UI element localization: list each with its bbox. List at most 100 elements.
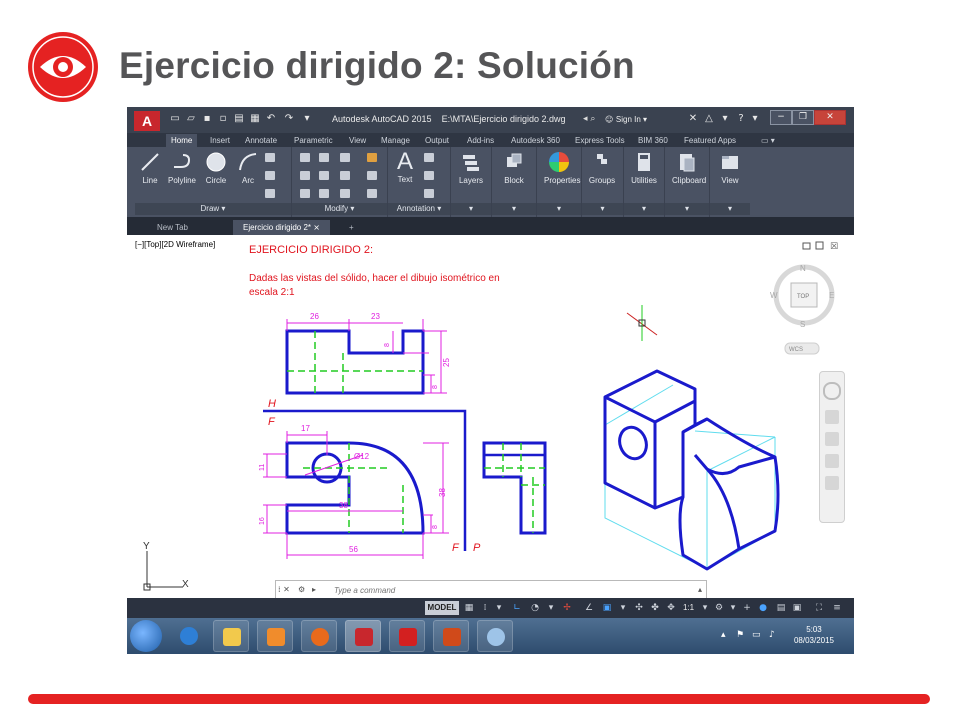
offset-icon[interactable] [367, 189, 377, 198]
add-tab-button[interactable]: + [339, 220, 364, 235]
trim-icon[interactable] [340, 153, 350, 162]
rotate-icon[interactable] [319, 153, 329, 162]
pan-icon[interactable] [825, 410, 839, 424]
start-button[interactable] [130, 620, 162, 652]
osnap-icon[interactable]: ▣ [601, 602, 613, 614]
tab-autodesk-360[interactable]: Autodesk 360 [511, 134, 560, 147]
viewcube-n[interactable]: N [800, 264, 806, 273]
scale-dropdown-icon[interactable]: ▾ [699, 602, 711, 614]
redo-icon[interactable]: ↷ [283, 113, 295, 125]
ortho-icon[interactable]: ∟ [511, 602, 523, 614]
viewcube-top[interactable]: TOP [797, 294, 809, 300]
tab-annotate[interactable]: Annotate [245, 134, 277, 147]
viewport-window-buttons[interactable]: ☒ [802, 241, 838, 252]
close-tab-icon[interactable]: × [313, 223, 320, 232]
annotation-scale-icon[interactable]: ✣ [633, 602, 645, 614]
volume-icon[interactable]: ♪ [769, 630, 775, 640]
help-icon[interactable]: ? [735, 113, 747, 125]
taskbar-explorer[interactable] [213, 620, 249, 652]
tab-featured-apps[interactable]: Featured Apps [684, 134, 736, 147]
clipboard-tool[interactable]: Clipboard [672, 151, 706, 185]
gradient-icon[interactable] [265, 189, 275, 198]
hardware-acceleration-icon[interactable]: ▤ [775, 602, 787, 614]
quick-access-dropdown-icon[interactable]: ▾ [301, 113, 313, 125]
explode-icon[interactable] [367, 171, 377, 180]
rectangle-icon[interactable] [265, 153, 275, 162]
erase-icon[interactable] [367, 153, 377, 162]
signin-button[interactable]: ☺ Sign In ▾ [605, 112, 675, 127]
customization-icon[interactable]: ≡ [831, 602, 843, 614]
show-hidden-icons-icon[interactable]: ▴ [721, 630, 726, 640]
annotation-group-title[interactable]: Annotation ▾ [388, 203, 450, 215]
maximize-button[interactable]: ❐ [792, 110, 814, 125]
tab-home[interactable]: Home [166, 134, 198, 147]
taskbar-internet-explorer[interactable] [171, 620, 207, 652]
move-icon[interactable] [300, 153, 310, 162]
osnap-tracking-icon[interactable]: ∠ [583, 602, 595, 614]
help-dropdown-icon[interactable]: ▾ [749, 113, 761, 125]
view-dropdown[interactable]: ▾ [710, 203, 750, 215]
arc-tool[interactable]: Arc [233, 151, 263, 185]
taskbar-acrobat[interactable] [389, 620, 425, 652]
clean-screen-icon[interactable]: ▣ [791, 602, 803, 614]
tab-bim-360[interactable]: BIM 360 [638, 134, 668, 147]
cmd-close-icon[interactable]: ⁞ ✕ [278, 581, 290, 598]
open-file-icon[interactable]: ▱ [185, 113, 197, 125]
application-menu-button[interactable]: A [134, 111, 160, 131]
annotation-scale-value[interactable]: 1:1 [683, 603, 694, 612]
tab-new-tab[interactable]: New Tab [147, 220, 198, 235]
viewcube-e[interactable]: E [829, 291, 834, 300]
clipboard-dropdown[interactable]: ▾ [665, 203, 709, 215]
hatch-icon[interactable] [265, 171, 275, 180]
isolate-objects-icon[interactable]: ● [757, 602, 769, 614]
table-icon[interactable] [424, 189, 434, 198]
network-icon[interactable]: ▭ [752, 630, 761, 640]
view-tool[interactable]: View [715, 151, 745, 185]
leader-icon[interactable] [424, 171, 434, 180]
osnap-dropdown-icon[interactable]: ▾ [617, 602, 629, 614]
exchange-apps-icon[interactable]: ✕ [687, 113, 699, 125]
add-icon[interactable]: + [741, 602, 753, 614]
tab-manage[interactable]: Manage [381, 134, 410, 147]
layers-tool[interactable]: Layers [456, 151, 486, 185]
polar-icon[interactable]: ◔ [529, 602, 541, 614]
taskbar-firefox[interactable] [301, 620, 337, 652]
options-dropdown-icon[interactable]: ▾ [719, 113, 731, 125]
viewcube-w[interactable]: W [770, 291, 778, 300]
cmd-recent-icon[interactable]: ▸ [312, 581, 316, 598]
properties-dropdown[interactable]: ▾ [537, 203, 581, 215]
taskbar-media-player[interactable] [257, 620, 293, 652]
fillet-icon[interactable] [340, 171, 350, 180]
tab-express-tools[interactable]: Express Tools [575, 134, 625, 147]
scale-icon[interactable] [319, 189, 329, 198]
layers-dropdown[interactable]: ▾ [451, 203, 491, 215]
tab-drawing[interactable]: Ejercicio dirigido 2* × [233, 220, 330, 235]
cmd-expand-icon[interactable]: ▴ [698, 581, 702, 598]
cmd-customize-icon[interactable]: ⚙ [298, 581, 305, 598]
annotation-visibility-icon[interactable]: ✤ [649, 602, 661, 614]
stretch-icon[interactable] [300, 189, 310, 198]
search-expand-icon[interactable]: ◂ ⌕ [583, 114, 595, 124]
tab-addins[interactable]: Add-ins [467, 134, 494, 147]
viewcube-s[interactable]: S [800, 320, 805, 329]
taskbar-autocad[interactable] [345, 620, 381, 652]
snap-dropdown-icon[interactable]: ▾ [493, 602, 505, 614]
autoscale-icon[interactable]: ✥ [665, 602, 677, 614]
taskbar-powerpoint[interactable] [433, 620, 469, 652]
drawing-canvas[interactable]: [−][Top][2D Wireframe] EJERCICIO DIRIGID… [127, 235, 854, 598]
steering-wheel-icon[interactable] [823, 382, 841, 400]
line-tool[interactable]: Line [135, 151, 165, 185]
clock[interactable]: 5:03 08/03/2015 [794, 624, 834, 646]
undo-icon[interactable]: ↶ [265, 113, 277, 125]
dimension-icon[interactable] [424, 153, 434, 162]
ribbon-minimize-icon[interactable]: ▭ ▾ [761, 134, 775, 147]
action-center-icon[interactable]: ⚑ [736, 630, 744, 640]
tab-parametric[interactable]: Parametric [294, 134, 333, 147]
groups-dropdown[interactable]: ▾ [582, 203, 623, 215]
isodraft-icon[interactable]: ✢ [561, 602, 573, 614]
orbit-icon[interactable] [825, 454, 839, 468]
array-icon[interactable] [340, 189, 350, 198]
command-input[interactable] [332, 583, 676, 597]
close-button[interactable]: ✕ [814, 110, 846, 125]
workspace-dropdown-icon[interactable]: ▾ [727, 602, 739, 614]
